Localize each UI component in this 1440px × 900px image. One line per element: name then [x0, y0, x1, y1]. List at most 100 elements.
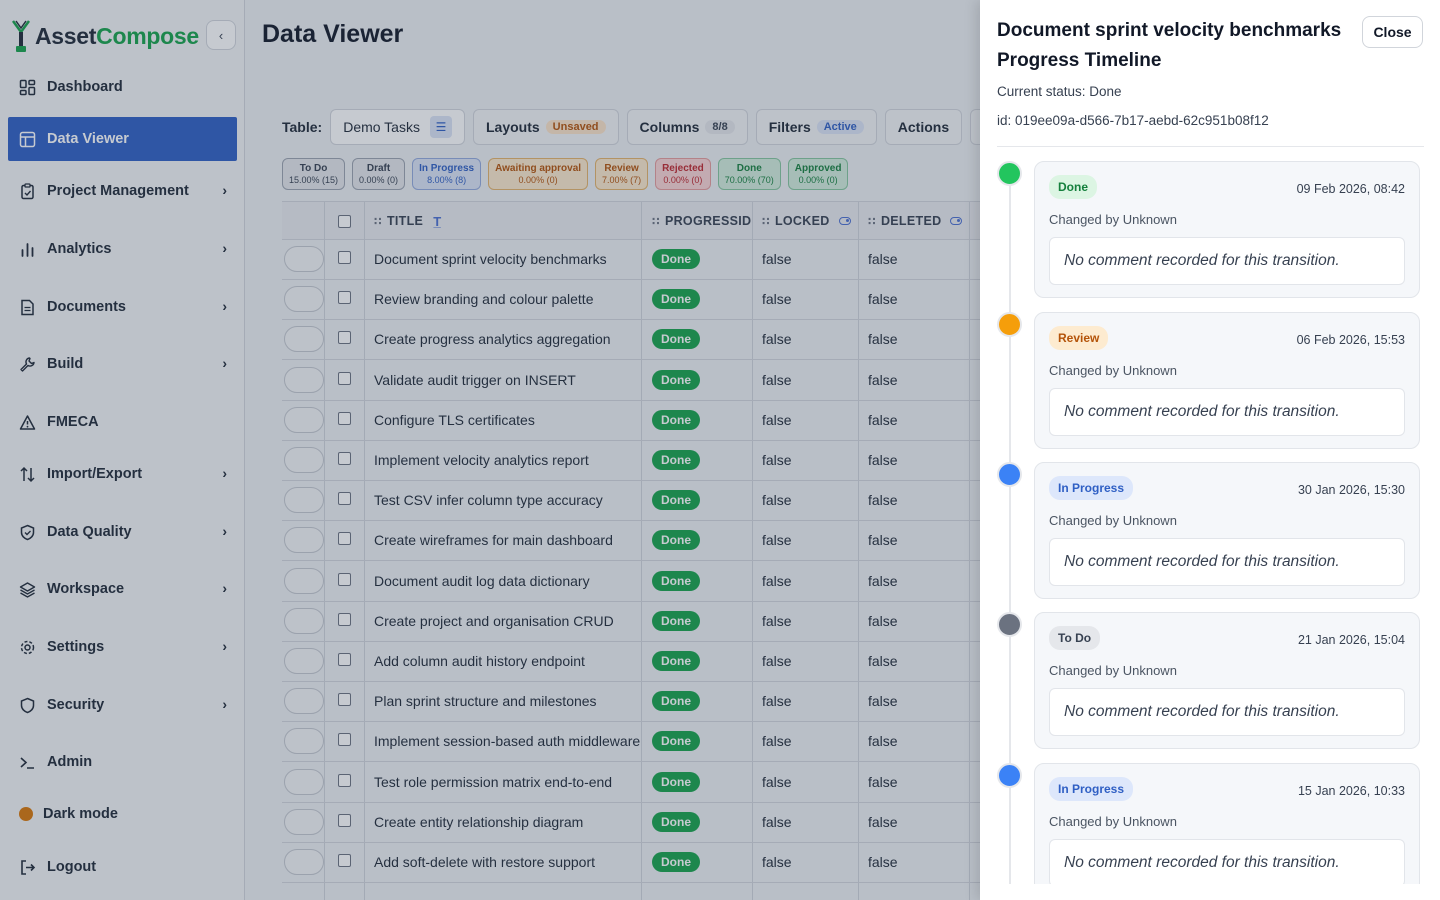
sidebar-item-analytics[interactable]: Analytics › [8, 227, 237, 271]
row-expand-button[interactable] [284, 366, 324, 393]
sidebar-item-workspace[interactable]: Workspace › [8, 567, 237, 611]
table-row[interactable]: Create project and organisation CRUD Done… [282, 602, 980, 642]
table-row[interactable]: Test CSV infer column type accuracy Done f… [282, 481, 980, 522]
actions-button[interactable]: Actions [884, 109, 963, 145]
row-locked: false [762, 371, 792, 388]
table-row[interactable]: Test role permission matrix end-to-end Do… [282, 763, 980, 803]
sidebar-item-data-viewer[interactable]: Data Viewer [8, 117, 237, 161]
row-checkbox[interactable] [338, 653, 351, 666]
status-chip-draft[interactable]: Draft 0.00% (0) [352, 158, 406, 190]
row-checkbox[interactable] [338, 371, 351, 385]
table-row[interactable]: Create entity relationship diagram Done fa… [282, 803, 980, 843]
layouts-button[interactable]: Layouts Unsaved [472, 109, 619, 145]
sidebar-item-documents[interactable]: Documents › [8, 285, 237, 329]
table-row[interactable]: Document audit log data dictionary Done fa… [282, 562, 980, 602]
timeline-dot [997, 312, 1022, 337]
row-checkbox[interactable] [338, 331, 351, 345]
row-expand-button[interactable] [284, 567, 324, 594]
dark-mode-toggle[interactable]: Dark mode [8, 792, 237, 836]
collapse-sidebar-button[interactable]: ‹ [206, 20, 236, 50]
columns-button[interactable]: Columns 8/8 [626, 109, 748, 145]
row-expand-button[interactable] [284, 607, 324, 634]
table-row[interactable]: Document sprint velocity benchmarks Done f… [282, 240, 980, 280]
row-expand-button[interactable] [284, 849, 324, 875]
logout-button[interactable]: Logout [8, 845, 237, 889]
table-row[interactable]: Add column audit history endpoint Done fal… [282, 642, 980, 682]
row-checkbox[interactable] [338, 612, 351, 626]
row-expand-button[interactable] [284, 326, 324, 353]
row-checkbox[interactable] [338, 492, 351, 506]
status-chip-rejected[interactable]: Rejected 0.00% (0) [655, 158, 711, 190]
row-checkbox[interactable] [338, 854, 351, 867]
sidebar-item-admin[interactable]: Admin [8, 740, 237, 784]
status-chip-review[interactable]: Review 7.00% (7) [595, 158, 649, 190]
status-chip-awaiting-approval[interactable]: Awaiting approval 0.00% (0) [488, 158, 589, 190]
row-checkbox[interactable] [338, 773, 351, 787]
row-expand-button[interactable] [284, 808, 324, 835]
warning-icon [18, 413, 36, 431]
table-row[interactable]: Implement session-based auth middleware D… [282, 722, 980, 763]
row-checkbox[interactable] [338, 813, 351, 827]
table-row[interactable]: Review branding and colour palette Done fa… [282, 280, 980, 321]
drag-handle-icon[interactable]: ∷ [868, 215, 876, 228]
row-checkbox[interactable] [338, 572, 351, 586]
table-row[interactable]: Implement velocity analytics report Done f… [282, 441, 980, 481]
filters-button[interactable]: Filters Active [755, 109, 877, 145]
status-chip-in-progress[interactable]: In Progress 8.00% (8) [412, 158, 482, 190]
layouts-label: Layouts [485, 119, 540, 135]
drag-handle-icon[interactable]: ∷ [652, 215, 660, 228]
row-checkbox[interactable] [338, 251, 351, 264]
sidebar-item-dashboard[interactable]: Dashboard [8, 65, 237, 109]
sidebar-item-settings[interactable]: Settings › [8, 625, 237, 669]
table-row[interactable]: Create progress analytics aggregation Don… [282, 320, 980, 361]
close-button[interactable]: Close [1362, 16, 1423, 48]
sidebar-item-project-management[interactable]: Project Management › [8, 169, 237, 213]
table-row[interactable]: Configure TLS certificates Done false false [282, 401, 980, 441]
row-expand-button[interactable] [284, 246, 324, 272]
row-checkbox[interactable] [338, 452, 351, 465]
row-expand-button[interactable] [284, 648, 324, 674]
row-expand-button[interactable] [284, 286, 324, 313]
row-checkbox[interactable] [338, 411, 351, 425]
more-toolbar-button[interactable] [970, 109, 980, 145]
sidebar-item-build[interactable]: Build › [8, 342, 237, 386]
sidebar-item-data-quality[interactable]: Data Quality › [8, 510, 237, 554]
column-header-title[interactable]: ∷ TITLE T̲ [374, 202, 441, 240]
row-expand-button[interactable] [284, 728, 324, 755]
column-header-deleted[interactable]: ∷ DELETED [868, 202, 963, 240]
sidebar-item-import-export[interactable]: Import/Export › [8, 452, 237, 496]
row-expand-button[interactable] [284, 487, 324, 514]
status-badge: Done [652, 731, 700, 752]
status-badge: Done [652, 490, 700, 511]
status-chip-approved[interactable]: Approved 0.00% (0) [787, 158, 849, 190]
sidebar-item-security[interactable]: Security › [8, 683, 237, 727]
timeline-comment: No comment recorded for this transition. [1049, 538, 1405, 586]
row-expand-button[interactable] [284, 406, 324, 433]
drag-handle-icon[interactable]: ∷ [762, 215, 770, 228]
row-checkbox[interactable] [338, 693, 351, 707]
column-header-locked[interactable]: ∷ LOCKED [762, 202, 851, 240]
menu-icon[interactable]: ☰ [429, 116, 452, 138]
row-checkbox[interactable] [338, 733, 351, 747]
status-chip-to-do[interactable]: To Do 15.00% (15) [282, 158, 346, 190]
row-expand-button[interactable] [284, 527, 324, 554]
sidebar-item-fmeca[interactable]: FMECA [8, 400, 237, 444]
table-row[interactable]: Create wireframes for main dashboard Done… [282, 521, 980, 562]
drag-handle-icon[interactable]: ∷ [374, 215, 382, 228]
status-summary: To Do 15.00% (15) Draft 0.00% (0) In Progres… [282, 158, 855, 190]
row-checkbox[interactable] [338, 532, 351, 546]
table-select[interactable]: Demo Tasks ☰ [330, 109, 465, 145]
table-row[interactable]: Plan sprint structure and milestones Done… [282, 682, 980, 723]
status-chip-done[interactable]: Done 70.00% (70) [717, 158, 781, 190]
row-expand-button[interactable] [284, 447, 324, 473]
column-header-progressid[interactable]: ∷ PROGRESSID [652, 202, 751, 240]
table-row[interactable]: Validate audit trigger on INSERT Done fals… [282, 361, 980, 401]
app-logo[interactable]: AssetCompose ‹ [10, 16, 238, 56]
status-badge: Done [652, 329, 700, 350]
row-checkbox[interactable] [338, 291, 351, 305]
table-row[interactable]: Add soft-delete with restore support Done… [282, 843, 980, 883]
select-all-checkbox[interactable] [338, 202, 351, 240]
row-expand-button[interactable] [284, 768, 324, 795]
row-expand-button[interactable] [284, 688, 324, 715]
status-badge: Done [652, 369, 700, 390]
